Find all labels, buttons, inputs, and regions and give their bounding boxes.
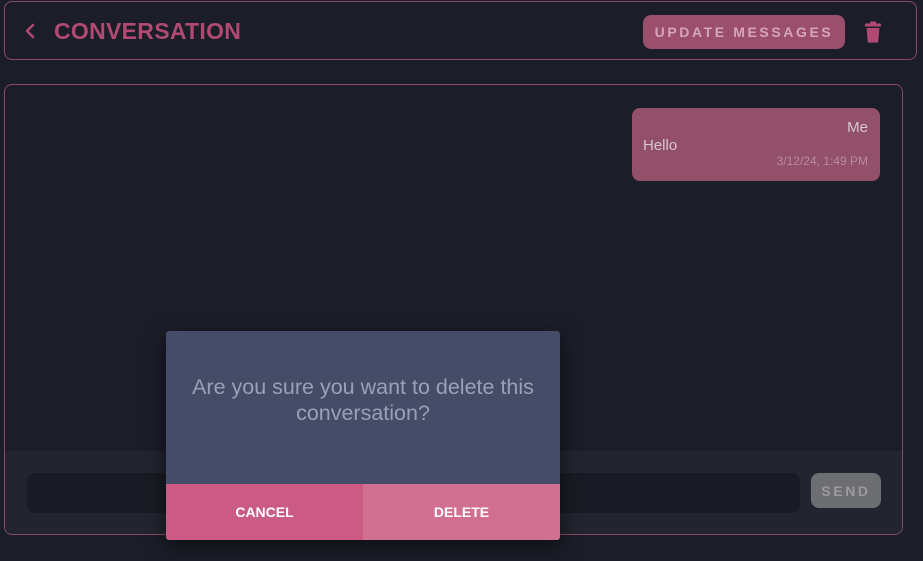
dialog-message: Are you sure you want to delete this con…: [192, 375, 534, 425]
message-sender: Me: [847, 119, 868, 136]
send-button[interactable]: SEND: [811, 473, 881, 508]
dialog-actions: CANCEL DELETE: [166, 484, 560, 540]
conversation-header: CONVERSATION UPDATE MESSAGES: [4, 1, 917, 60]
page-title: CONVERSATION: [54, 18, 242, 44]
confirm-delete-button[interactable]: DELETE: [363, 484, 560, 540]
message-timestamp: 3/12/24, 1:49 PM: [776, 154, 868, 168]
update-messages-button[interactable]: UPDATE MESSAGES: [643, 15, 845, 49]
delete-confirmation-dialog: Are you sure you want to delete this con…: [166, 331, 560, 540]
cancel-button[interactable]: CANCEL: [166, 484, 363, 540]
trash-icon: [865, 21, 881, 43]
message-bubble: Me Hello 3/12/24, 1:49 PM: [632, 108, 880, 181]
chevron-left-icon: [25, 23, 35, 39]
delete-conversation-button[interactable]: [862, 20, 884, 44]
back-button[interactable]: [19, 19, 41, 43]
message-text: Hello: [643, 137, 678, 154]
